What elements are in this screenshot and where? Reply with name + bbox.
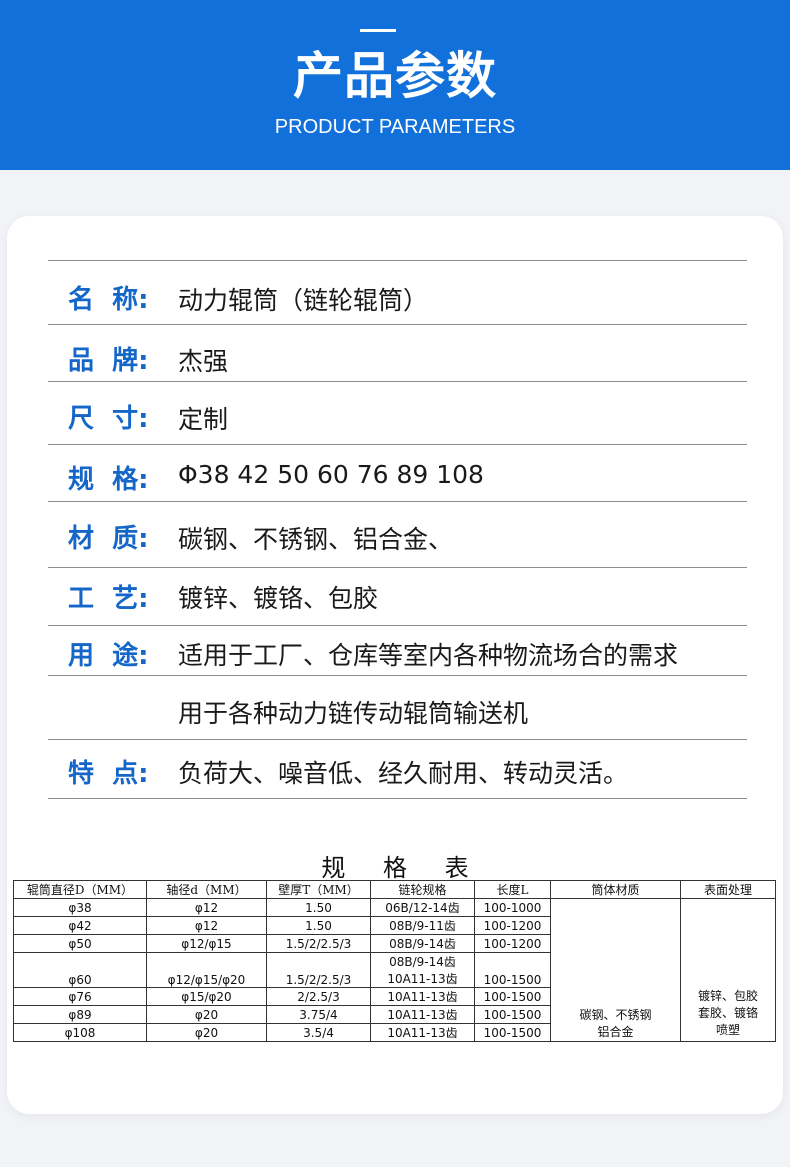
param-value: Φ38 42 50 60 76 89 108	[178, 460, 484, 489]
param-label: 品 牌:	[68, 346, 149, 376]
param-row-usage-cont: 用于各种动力链传动辊筒输送机	[48, 675, 747, 740]
param-row-brand: 品 牌: 杰强	[48, 324, 747, 382]
param-label: 名 称:	[68, 285, 149, 315]
table-cell: 100-1000	[474, 898, 551, 917]
table-cell: 3.5/4	[266, 1023, 371, 1042]
table-cell: φ12	[146, 916, 267, 935]
table-cell: φ108	[13, 1023, 147, 1042]
param-row-size: 尺 寸: 定制	[48, 381, 747, 445]
param-row-usage: 用 途: 适用于工厂、仓库等室内各种物流场合的需求	[48, 625, 747, 676]
table-cell: 100-1200	[474, 916, 551, 935]
param-label: 用 途:	[68, 641, 149, 671]
table-cell: 10A11-13齿	[370, 987, 475, 1006]
param-value: 镀锌、镀铬、包胶	[178, 584, 379, 613]
param-label: 规 格:	[68, 465, 149, 495]
param-value: 定制	[178, 405, 229, 434]
param-label: 工 艺:	[68, 584, 149, 614]
table-cell: 100-1500	[474, 1023, 551, 1042]
table-cell: 1.50	[266, 898, 371, 917]
param-value: 负荷大、噪音低、经久耐用、转动灵活。	[178, 759, 629, 788]
table-cell: φ20	[146, 1005, 267, 1024]
material-line: 碳钢、不锈钢	[579, 1008, 652, 1022]
header-cell: 辊筒直径D（MM）	[13, 880, 147, 899]
header-cell: 长度L	[474, 880, 551, 899]
table-cell: 100-1500	[474, 987, 551, 1006]
param-row-spec: 规 格: Φ38 42 50 60 76 89 108	[48, 444, 747, 502]
header-cell: 壁厚T（MM）	[266, 880, 371, 899]
surface-line: 镀锌、包胶	[697, 989, 758, 1003]
param-row-name: 名 称: 动力辊筒（链轮辊筒）	[48, 260, 747, 325]
table-header-row: 辊筒直径D（MM） 轴径d（MM） 壁厚T（MM） 链轮规格 长度L 筒体材质 …	[13, 880, 776, 899]
table-cell: 10A11-13齿	[370, 1023, 475, 1042]
table-cell: φ42	[13, 916, 147, 935]
table-cell: φ89	[13, 1005, 147, 1024]
table-cell: 08B/9-14齿	[370, 934, 475, 953]
table-cell: 1.50	[266, 916, 371, 935]
header-cell: 轴径d（MM）	[146, 880, 267, 899]
param-value: 杰强	[178, 347, 229, 376]
table-cell: φ50	[13, 934, 147, 953]
table-cell: φ12/φ15/φ20	[146, 952, 267, 988]
param-row-process: 工 艺: 镀锌、镀铬、包胶	[48, 567, 747, 626]
table-cell: 3.75/4	[266, 1005, 371, 1024]
title-accent-bar	[360, 29, 396, 32]
header-banner: 产品参数 PRODUCT PARAMETERS	[0, 0, 790, 170]
param-label: 特 点:	[68, 759, 149, 789]
table-cell: 1.5/2/2.5/3	[266, 934, 371, 953]
header-cell: 表面处理	[680, 880, 776, 899]
param-label: 材 质:	[68, 524, 149, 554]
surface-line: 喷塑	[715, 1023, 740, 1037]
table-cell: 06B/12-14齿	[370, 898, 475, 917]
param-row-features: 特 点: 负荷大、噪音低、经久耐用、转动灵活。	[48, 739, 747, 799]
page-subtitle: PRODUCT PARAMETERS	[274, 116, 516, 138]
table-row: φ38 φ12 1.50 06B/12-14齿 100-1000 碳钢、不锈钢 …	[13, 898, 776, 1042]
page-title: 产品参数	[293, 47, 497, 105]
table-cell: φ60	[13, 952, 147, 988]
table-cell: 08B/9-11齿	[370, 916, 475, 935]
table-cell: 10A11-13齿	[370, 1005, 475, 1024]
param-value: 动力辊筒（链轮辊筒）	[178, 286, 429, 315]
surface-line: 套胶、镀铬	[697, 1006, 758, 1020]
material-cell: 碳钢、不锈钢 铝合金	[550, 898, 681, 1042]
param-value: 适用于工厂、仓库等室内各种物流场合的需求	[178, 641, 679, 670]
table-cell: φ12	[146, 898, 267, 917]
table-cell: 1.5/2/2.5/3	[266, 952, 371, 988]
table-cell: 10A11-13齿	[370, 970, 475, 988]
surface-cell: 镀锌、包胶 套胶、镀铬 喷塑	[680, 898, 776, 1042]
table-cell: φ38	[13, 898, 147, 917]
table-cell: 08B/9-14齿	[370, 952, 475, 970]
table-cell: φ76	[13, 987, 147, 1006]
table-cell: 2/2.5/3	[266, 987, 371, 1006]
header-cell: 筒体材质	[550, 880, 681, 899]
param-value-continued: 用于各种动力链传动辊筒输送机	[178, 699, 529, 728]
table-cell: 100-1200	[474, 934, 551, 953]
header-cell: 链轮规格	[370, 880, 475, 899]
table-cell: φ20	[146, 1023, 267, 1042]
table-cell: φ15/φ20	[146, 987, 267, 1006]
table-cell: 100-1500	[474, 1005, 551, 1024]
material-line: 铝合金	[597, 1025, 634, 1039]
param-row-material: 材 质: 碳钢、不锈钢、铝合金、	[48, 501, 747, 568]
param-label: 尺 寸:	[68, 404, 149, 434]
spec-table-title: 规 格 表	[321, 854, 469, 882]
spec-table: 辊筒直径D（MM） 轴径d（MM） 壁厚T（MM） 链轮规格 长度L 筒体材质 …	[13, 880, 776, 1042]
param-value: 碳钢、不锈钢、铝合金、	[178, 525, 454, 554]
table-cell: 100-1500	[474, 952, 551, 988]
table-cell: φ12/φ15	[146, 934, 267, 953]
